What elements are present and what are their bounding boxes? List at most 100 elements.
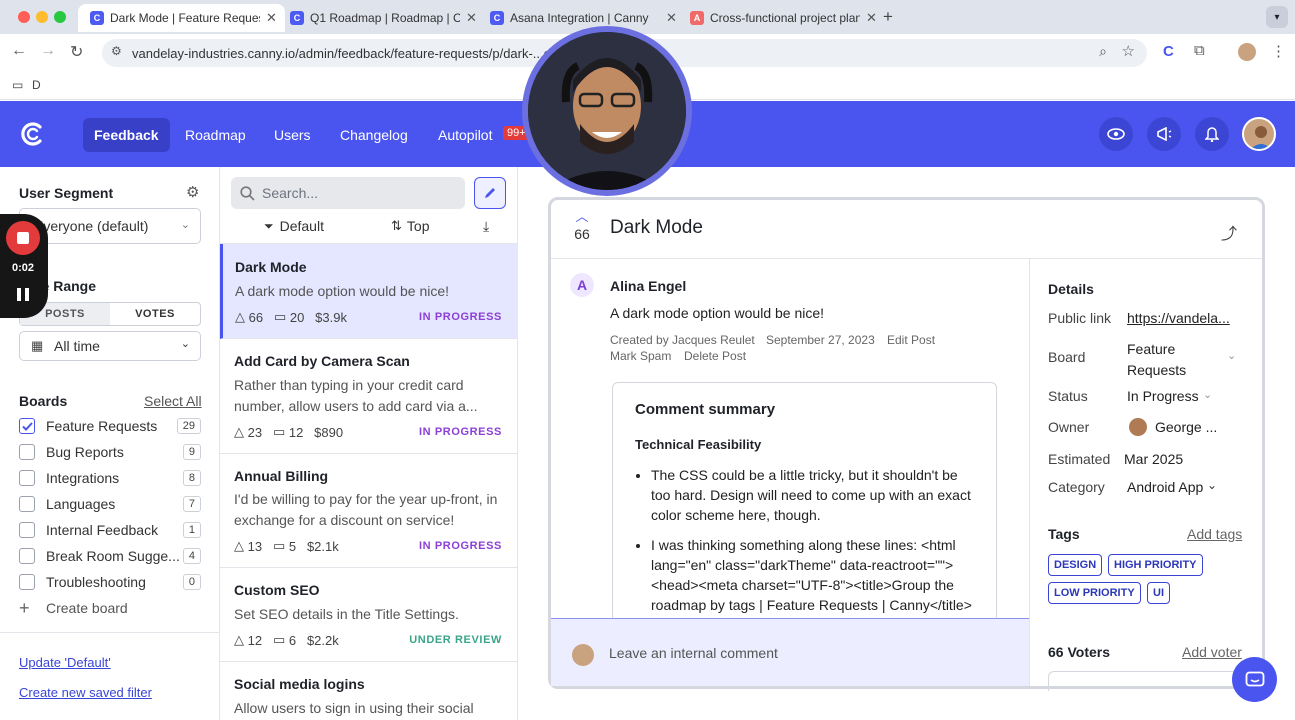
webcam-overlay <box>522 26 692 196</box>
profile-avatar-icon[interactable] <box>1238 43 1256 61</box>
status-badge: IN PROGRESS <box>418 540 502 552</box>
add-voter-link[interactable]: Add voter <box>1182 644 1242 660</box>
tab-search-chevron-icon[interactable]: ▾ <box>1266 6 1288 28</box>
board-count: 1 <box>182 522 201 538</box>
new-tab-icon[interactable]: + <box>883 7 893 27</box>
board-filter-integrations[interactable]: Integrations 8 <box>19 468 201 488</box>
tag-low-priority[interactable]: LOW PRIORITY <box>1048 582 1141 604</box>
sort-dropdown[interactable]: ⇅ Top <box>391 218 429 234</box>
category-select[interactable]: Android App <box>1127 479 1203 495</box>
nav-users[interactable]: Users <box>263 118 322 152</box>
nav-roadmap[interactable]: Roadmap <box>174 118 257 152</box>
post-item-add-card[interactable]: Add Card by Camera Scan Rather than typi… <box>220 339 518 454</box>
status-badge: UNDER REVIEW <box>409 634 502 646</box>
post-item-custom-seo[interactable]: Custom SEO Set SEO details in the Title … <box>220 568 518 662</box>
nav-autopilot[interactable]: Autopilot <box>427 118 503 152</box>
pause-icon[interactable] <box>17 288 29 301</box>
create-board-label: Create board <box>46 600 128 616</box>
notifications-bell-icon[interactable] <box>1195 117 1229 151</box>
view-eye-icon[interactable] <box>1099 117 1133 151</box>
select-all-link[interactable]: Select All <box>144 393 202 409</box>
canny-logo-icon[interactable] <box>20 121 46 147</box>
pencil-icon <box>485 188 495 198</box>
time-range-select[interactable]: ▦ All time ⌄ <box>19 331 201 361</box>
post-item-dark-mode[interactable]: Dark Mode A dark mode option would be ni… <box>220 244 518 339</box>
board-label: Board <box>1048 349 1086 365</box>
browser-tab-cross-functional[interactable]: A Cross-functional project plan ✕ <box>678 4 885 32</box>
zoom-icon[interactable]: ⌕ <box>1099 43 1107 60</box>
announcement-megaphone-icon[interactable] <box>1147 117 1181 151</box>
tag-high-priority[interactable]: HIGH PRIORITY <box>1108 554 1203 576</box>
chat-support-button[interactable] <box>1232 657 1277 702</box>
reload-icon[interactable]: ↻ <box>70 42 83 62</box>
board-filter-languages[interactable]: Languages 7 <box>19 494 201 514</box>
bookmark-star-icon[interactable]: ☆ <box>1122 42 1135 60</box>
author-avatar: A <box>570 273 594 297</box>
tag-ui[interactable]: UI <box>1147 582 1170 604</box>
board-select[interactable]: Feature Requests <box>1127 339 1186 381</box>
tag-design[interactable]: DESIGN <box>1048 554 1103 576</box>
update-default-link[interactable]: Update 'Default' <box>19 655 111 670</box>
bookmark-folder-label[interactable]: D <box>32 78 41 92</box>
export-download-icon[interactable]: ⤓ <box>483 218 489 235</box>
canny-extension-icon[interactable]: C <box>1163 43 1174 60</box>
user-avatar[interactable] <box>1242 117 1276 151</box>
browser-tab-q1-roadmap[interactable]: C Q1 Roadmap | Roadmap | Canny ✕ <box>278 4 485 32</box>
board-filter-internal-feedback[interactable]: Internal Feedback 1 <box>19 520 201 540</box>
owner-select[interactable]: George ... <box>1155 419 1217 435</box>
toggle-votes[interactable]: VOTES <box>110 303 200 325</box>
close-window-button[interactable] <box>18 11 30 23</box>
back-arrow-icon[interactable]: ← <box>11 42 27 60</box>
mark-spam-link[interactable]: Mark Spam <box>610 349 671 363</box>
checkbox-icon[interactable] <box>19 522 35 538</box>
post-item-social-logins[interactable]: Social media logins Allow users to sign … <box>220 662 518 720</box>
minimize-window-button[interactable] <box>36 11 48 23</box>
stop-recording-button[interactable] <box>6 221 40 255</box>
public-link[interactable]: https://vandela... <box>1127 310 1230 326</box>
checkbox-checked-icon[interactable] <box>19 418 35 434</box>
search-input[interactable]: Search... <box>231 177 465 209</box>
upvote-button[interactable]: ︿ 66 <box>570 210 594 242</box>
delete-post-link[interactable]: Delete Post <box>684 349 746 363</box>
create-post-button[interactable] <box>474 177 506 209</box>
close-tab-icon[interactable]: ✕ <box>866 10 877 26</box>
extensions-puzzle-icon[interactable]: ⧉ <box>1194 42 1205 59</box>
add-tags-link[interactable]: Add tags <box>1187 526 1242 542</box>
nav-changelog[interactable]: Changelog <box>329 118 419 152</box>
checkbox-icon[interactable] <box>19 548 35 564</box>
merge-arrow-icon[interactable]: ⤴ <box>1221 220 1237 244</box>
close-tab-icon[interactable]: ✕ <box>266 10 277 26</box>
segment-settings-gear-icon[interactable]: ⚙ <box>186 183 199 201</box>
author-name[interactable]: Alina Engel <box>610 278 686 294</box>
nav-feedback[interactable]: Feedback <box>83 118 170 152</box>
estimated-select[interactable]: Mar 2025 <box>1124 451 1183 467</box>
internal-comment-input[interactable]: Leave an internal comment <box>551 618 1029 686</box>
filter-dropdown[interactable]: ⏷ Default <box>264 218 324 234</box>
browser-menu-icon[interactable]: ⋮ <box>1271 42 1286 60</box>
close-tab-icon[interactable]: ✕ <box>666 10 677 26</box>
post-title: Custom SEO <box>234 582 320 598</box>
checkbox-icon[interactable] <box>19 496 35 512</box>
maximize-window-button[interactable] <box>54 11 66 23</box>
site-settings-icon[interactable]: ⚙ <box>111 44 122 58</box>
browser-tab-dark-mode[interactable]: C Dark Mode | Feature Requests ✕ <box>78 4 285 32</box>
browser-tab-asana[interactable]: C Asana Integration | Canny ✕ <box>478 4 685 32</box>
checkbox-icon[interactable] <box>19 470 35 486</box>
create-saved-filter-link[interactable]: Create new saved filter <box>19 685 152 700</box>
board-filter-feature-requests[interactable]: Feature Requests 29 <box>19 416 201 436</box>
post-item-annual-billing[interactable]: Annual Billing I'd be willing to pay for… <box>220 454 518 568</box>
board-filter-break-room[interactable]: Break Room Sugge... 4 <box>19 546 201 566</box>
close-tab-icon[interactable]: ✕ <box>466 10 477 26</box>
board-count: 4 <box>182 548 201 564</box>
edit-post-link[interactable]: Edit Post <box>887 333 935 347</box>
board-value-line1: Feature <box>1127 341 1176 357</box>
posts-votes-toggle[interactable]: POSTS VOTES <box>19 302 201 326</box>
create-board-button[interactable]: + Create board <box>19 598 201 618</box>
checkbox-icon[interactable] <box>19 574 35 590</box>
folder-icon[interactable]: ▭ <box>12 78 23 92</box>
board-filter-troubleshooting[interactable]: Troubleshooting 0 <box>19 572 201 592</box>
forward-arrow-icon[interactable]: → <box>40 42 56 60</box>
checkbox-icon[interactable] <box>19 444 35 460</box>
status-select[interactable]: In Progress <box>1127 388 1199 404</box>
board-filter-bug-reports[interactable]: Bug Reports 9 <box>19 442 201 462</box>
